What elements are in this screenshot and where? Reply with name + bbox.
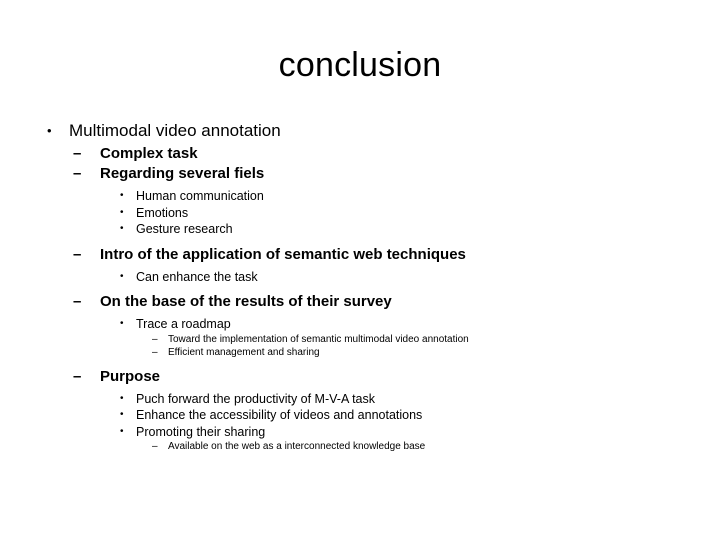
bullet-icon: • <box>47 123 52 138</box>
outline-item-level-3: • Puch forward the productivity of M-V-A… <box>0 391 720 408</box>
bullet-icon: • <box>120 190 124 201</box>
bullet-icon: • <box>120 425 124 437</box>
slide-body-outline: • Multimodal video annotation – Complex … <box>0 120 720 454</box>
bullet-icon: • <box>120 409 124 420</box>
outline-item-text: Intro of the application of semantic web… <box>100 245 466 263</box>
bullet-icon: • <box>120 223 124 234</box>
slide: conclusion • Multimodal video annotation… <box>0 0 720 540</box>
outline-item-text: Human communication <box>136 189 264 203</box>
outline-item-level-3: • Promoting their sharing <box>0 424 720 441</box>
bullet-icon: • <box>120 318 124 329</box>
dash-icon: – <box>152 347 158 358</box>
outline-item-level-4: – Available on the web as a interconnect… <box>0 440 720 454</box>
outline-item-level-3: • Enhance the accessibility of videos an… <box>0 407 720 424</box>
outline-item-level-2: – Regarding several fiels <box>0 164 720 184</box>
outline-item-text: Available on the web as a interconnected… <box>168 441 426 452</box>
outline-item-text: Trace a roadmap <box>136 317 231 331</box>
bullet-icon: • <box>120 206 124 218</box>
dash-icon: – <box>73 145 82 162</box>
outline-item-text: Toward the implementation of semantic mu… <box>168 333 469 345</box>
outline-item-text: Multimodal video annotation <box>69 121 281 140</box>
dash-icon: – <box>152 441 158 452</box>
outline-item-level-2: – Intro of the application of semantic w… <box>0 245 720 265</box>
outline-item-level-4: – Toward the implementation of semantic … <box>0 333 720 347</box>
outline-item-text: Promoting their sharing <box>136 424 266 439</box>
dash-icon: – <box>73 293 82 310</box>
dash-icon: – <box>73 367 82 385</box>
page-title: conclusion <box>278 46 442 84</box>
outline-item-level-3: • Gesture research <box>0 221 720 238</box>
dash-icon: – <box>152 333 158 345</box>
bullet-icon: • <box>120 270 124 282</box>
outline-item-level-2: – Complex task <box>0 144 720 164</box>
outline-item-level-3: • Human communication <box>0 188 720 205</box>
outline-item-text: Purpose <box>100 367 161 385</box>
outline-item-text: Efficient management and sharing <box>168 347 320 358</box>
outline-item-level-2: – Purpose <box>0 367 720 387</box>
bullet-icon: • <box>120 392 124 404</box>
outline-item-text: Gesture research <box>136 222 233 236</box>
outline-item-level-2: – On the base of the results of their su… <box>0 292 720 312</box>
outline-item-level-1: • Multimodal video annotation <box>0 120 720 142</box>
outline-item-text: Can enhance the task <box>136 269 258 284</box>
outline-item-level-3: • Emotions <box>0 205 720 222</box>
outline-item-text: On the base of the results of their surv… <box>100 293 392 310</box>
dash-icon: – <box>73 165 82 182</box>
outline-item-text: Emotions <box>136 205 189 220</box>
outline-item-text: Regarding several fiels <box>100 165 265 182</box>
outline-item-text: Puch forward the productivity of M-V-A t… <box>136 391 375 406</box>
outline-item-level-3: • Trace a roadmap <box>0 316 720 333</box>
outline-item-level-4: – Efficient management and sharing <box>0 346 720 360</box>
dash-icon: – <box>73 245 82 263</box>
outline-item-text: Complex task <box>100 145 198 162</box>
outline-item-level-3: • Can enhance the task <box>0 269 720 286</box>
outline-item-text: Enhance the accessibility of videos and … <box>136 408 423 422</box>
